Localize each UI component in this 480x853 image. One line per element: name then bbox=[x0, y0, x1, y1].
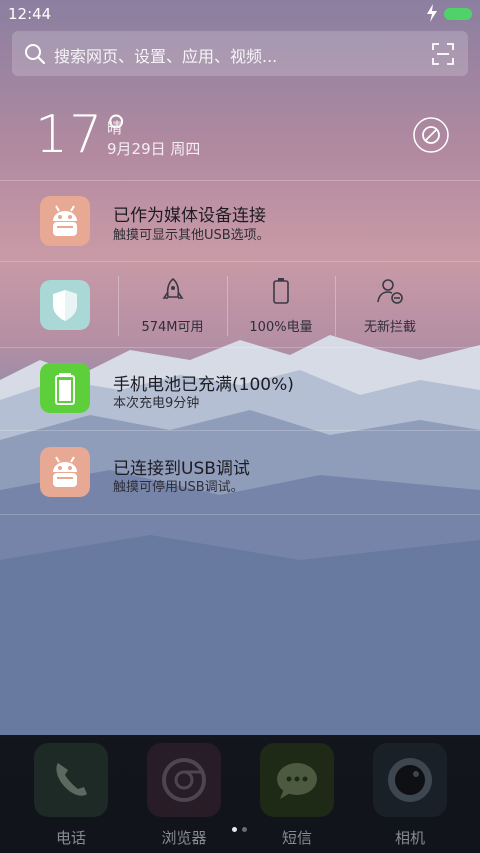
dock-label: 浏览器 bbox=[161, 829, 207, 847]
search-placeholder: 搜索网页、设置、应用、视频... bbox=[54, 47, 278, 66]
notification-battery-full[interactable]: 手机电池已充满(100%) 本次充电9分钟 bbox=[0, 348, 480, 431]
dock-label: 电话 bbox=[55, 829, 86, 847]
weather-condition: 晴 bbox=[107, 119, 123, 137]
notification-subtitle: 本次充电9分钟 bbox=[113, 396, 200, 411]
notification-subtitle: 触摸可停用USB调试。 bbox=[113, 480, 244, 495]
page-dot[interactable] bbox=[242, 827, 247, 832]
charging-icon bbox=[427, 4, 437, 22]
dock-phone[interactable]: 电话 bbox=[34, 743, 108, 847]
memory-tool[interactable]: 574M可用 bbox=[118, 262, 227, 347]
scan-icon[interactable] bbox=[432, 43, 454, 65]
android-icon bbox=[40, 447, 90, 497]
user-block-icon bbox=[377, 279, 403, 304]
quick-tools-row: 574M可用 100%电量 无新拦截 bbox=[0, 262, 480, 348]
battery-label: 100%电量 bbox=[249, 320, 313, 335]
weather-date: 9月29日 周四 bbox=[107, 140, 201, 158]
do-not-disturb-icon[interactable] bbox=[413, 117, 449, 153]
battery-tool[interactable]: 100%电量 bbox=[227, 262, 335, 347]
battery-outline-icon bbox=[273, 278, 289, 304]
android-icon bbox=[40, 196, 90, 246]
app-dock: 电话 浏览器 短信 相机 bbox=[0, 735, 480, 853]
search-icon bbox=[25, 44, 46, 65]
dock-browser[interactable]: 浏览器 bbox=[147, 743, 221, 847]
status-bar: 12:44 bbox=[0, 0, 480, 28]
memory-label: 574M可用 bbox=[141, 320, 204, 335]
message-icon bbox=[260, 743, 334, 817]
intercept-label: 无新拦截 bbox=[363, 320, 416, 335]
browser-icon bbox=[147, 743, 221, 817]
battery-icon bbox=[40, 363, 90, 413]
dock-label: 短信 bbox=[281, 829, 312, 847]
notification-media-device[interactable]: 已作为媒体设备连接 触摸可显示其他USB选项。 bbox=[0, 181, 480, 262]
battery-icon bbox=[444, 8, 472, 20]
notification-usb-debugging[interactable]: 已连接到USB调试 触摸可停用USB调试。 bbox=[0, 431, 480, 515]
shield-icon[interactable] bbox=[40, 280, 90, 330]
phone-icon bbox=[34, 743, 108, 817]
page-dot-active[interactable] bbox=[232, 827, 237, 832]
weather-widget[interactable]: 17° 晴 9月29日 周四 bbox=[0, 95, 480, 181]
dock-messages[interactable]: 短信 bbox=[260, 743, 334, 847]
rocket-icon bbox=[162, 277, 184, 299]
dock-label: 相机 bbox=[394, 829, 425, 847]
status-time: 12:44 bbox=[8, 5, 52, 23]
dock-camera[interactable]: 相机 bbox=[373, 743, 447, 847]
intercept-tool[interactable]: 无新拦截 bbox=[335, 262, 445, 347]
notification-title: 已作为媒体设备连接 bbox=[113, 206, 266, 226]
notification-subtitle: 触摸可显示其他USB选项。 bbox=[113, 228, 270, 243]
search-bar[interactable]: 搜索网页、设置、应用、视频... bbox=[12, 31, 468, 76]
camera-icon bbox=[373, 743, 447, 817]
